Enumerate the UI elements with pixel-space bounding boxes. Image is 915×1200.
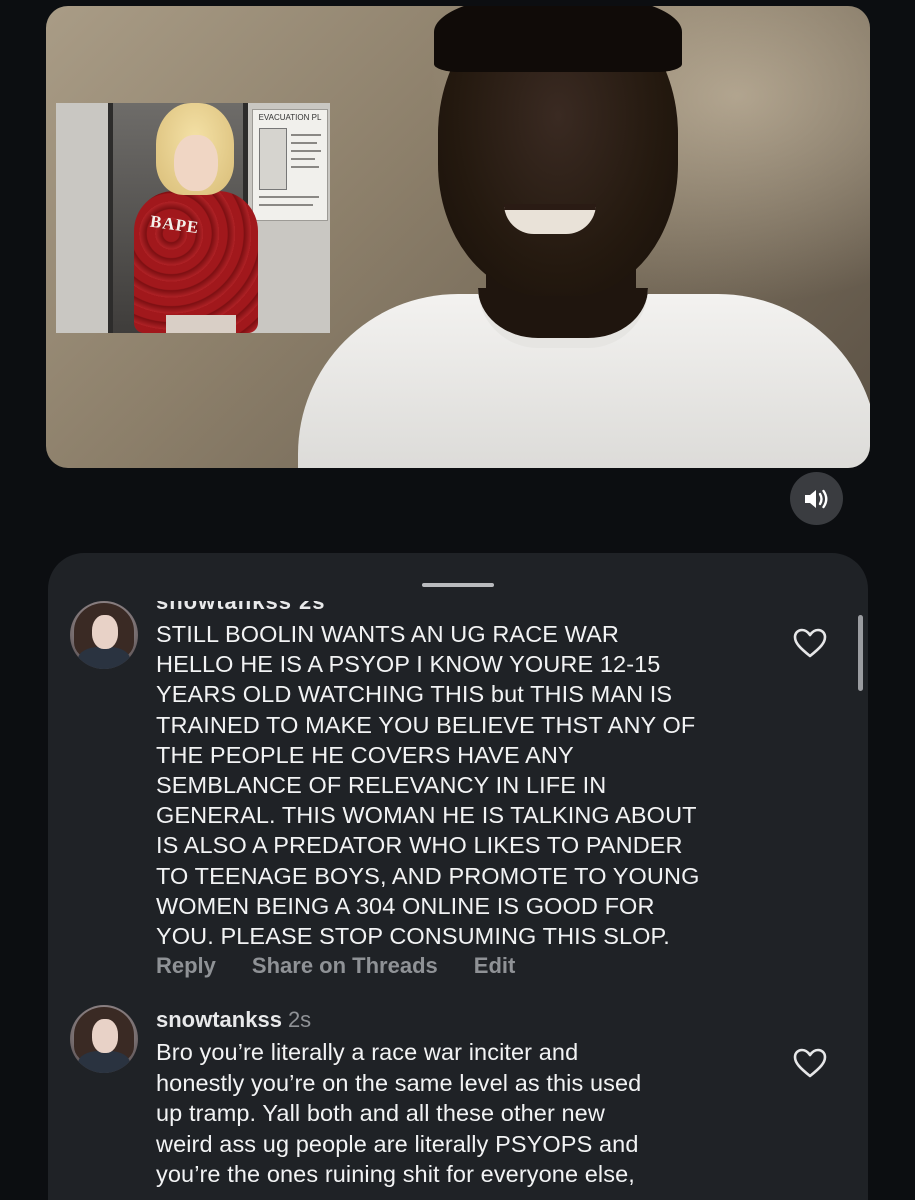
avatar-body xyxy=(78,1051,130,1073)
avatar-body xyxy=(78,647,130,669)
drag-handle[interactable] xyxy=(422,583,494,587)
comment-text: STILL BOOLIN WANTS AN UG RACE WAR HELLO … xyxy=(156,621,700,950)
poster-line xyxy=(291,150,321,152)
poster-line xyxy=(259,196,319,198)
inset-photo: EVACUATION PL BAPE xyxy=(56,103,330,333)
comment-meta: snowtankss 2s xyxy=(156,1007,311,1033)
comments-sheet: snowtankss 2s STILL BOOLIN WANTS AN UG R… xyxy=(48,553,868,1200)
scrollbar[interactable] xyxy=(858,615,863,691)
comment-timestamp: 2s xyxy=(287,1007,312,1032)
comment-username-cut: snowtankss 2s xyxy=(156,589,326,609)
avatar[interactable] xyxy=(70,1005,138,1073)
evacuation-poster: EVACUATION PL xyxy=(252,109,328,221)
face xyxy=(174,135,218,191)
avatar[interactable] xyxy=(70,601,138,669)
legs xyxy=(166,315,236,333)
volume-button[interactable] xyxy=(790,472,843,525)
poster-line xyxy=(291,166,319,168)
video-player[interactable]: EVACUATION PL BAPE xyxy=(46,6,870,468)
heart-icon[interactable] xyxy=(792,627,828,659)
poster-line xyxy=(259,204,313,206)
poster-title: EVACUATION PL xyxy=(258,113,322,122)
screen: EVACUATION PL BAPE snowtankss 2s STILL B… xyxy=(0,0,915,1200)
avatar-face xyxy=(92,615,118,649)
poster-line xyxy=(291,142,317,144)
speaker-volume-icon xyxy=(804,489,827,508)
reply-button[interactable]: Reply xyxy=(156,953,216,979)
comment-text: Bro you’re literally a race war inciter … xyxy=(156,1039,642,1187)
comment-username[interactable]: snowtankss xyxy=(156,1007,282,1032)
poster-line xyxy=(291,134,321,136)
edit-button[interactable]: Edit xyxy=(474,953,516,979)
avatar-face xyxy=(92,1019,118,1053)
comment-actions: Reply Share on Threads Edit xyxy=(156,953,515,979)
poster-line xyxy=(291,158,315,160)
poster-map xyxy=(259,128,287,190)
heart-icon[interactable] xyxy=(792,1047,828,1079)
share-on-threads-button[interactable]: Share on Threads xyxy=(252,953,438,979)
person-hair xyxy=(434,6,682,72)
